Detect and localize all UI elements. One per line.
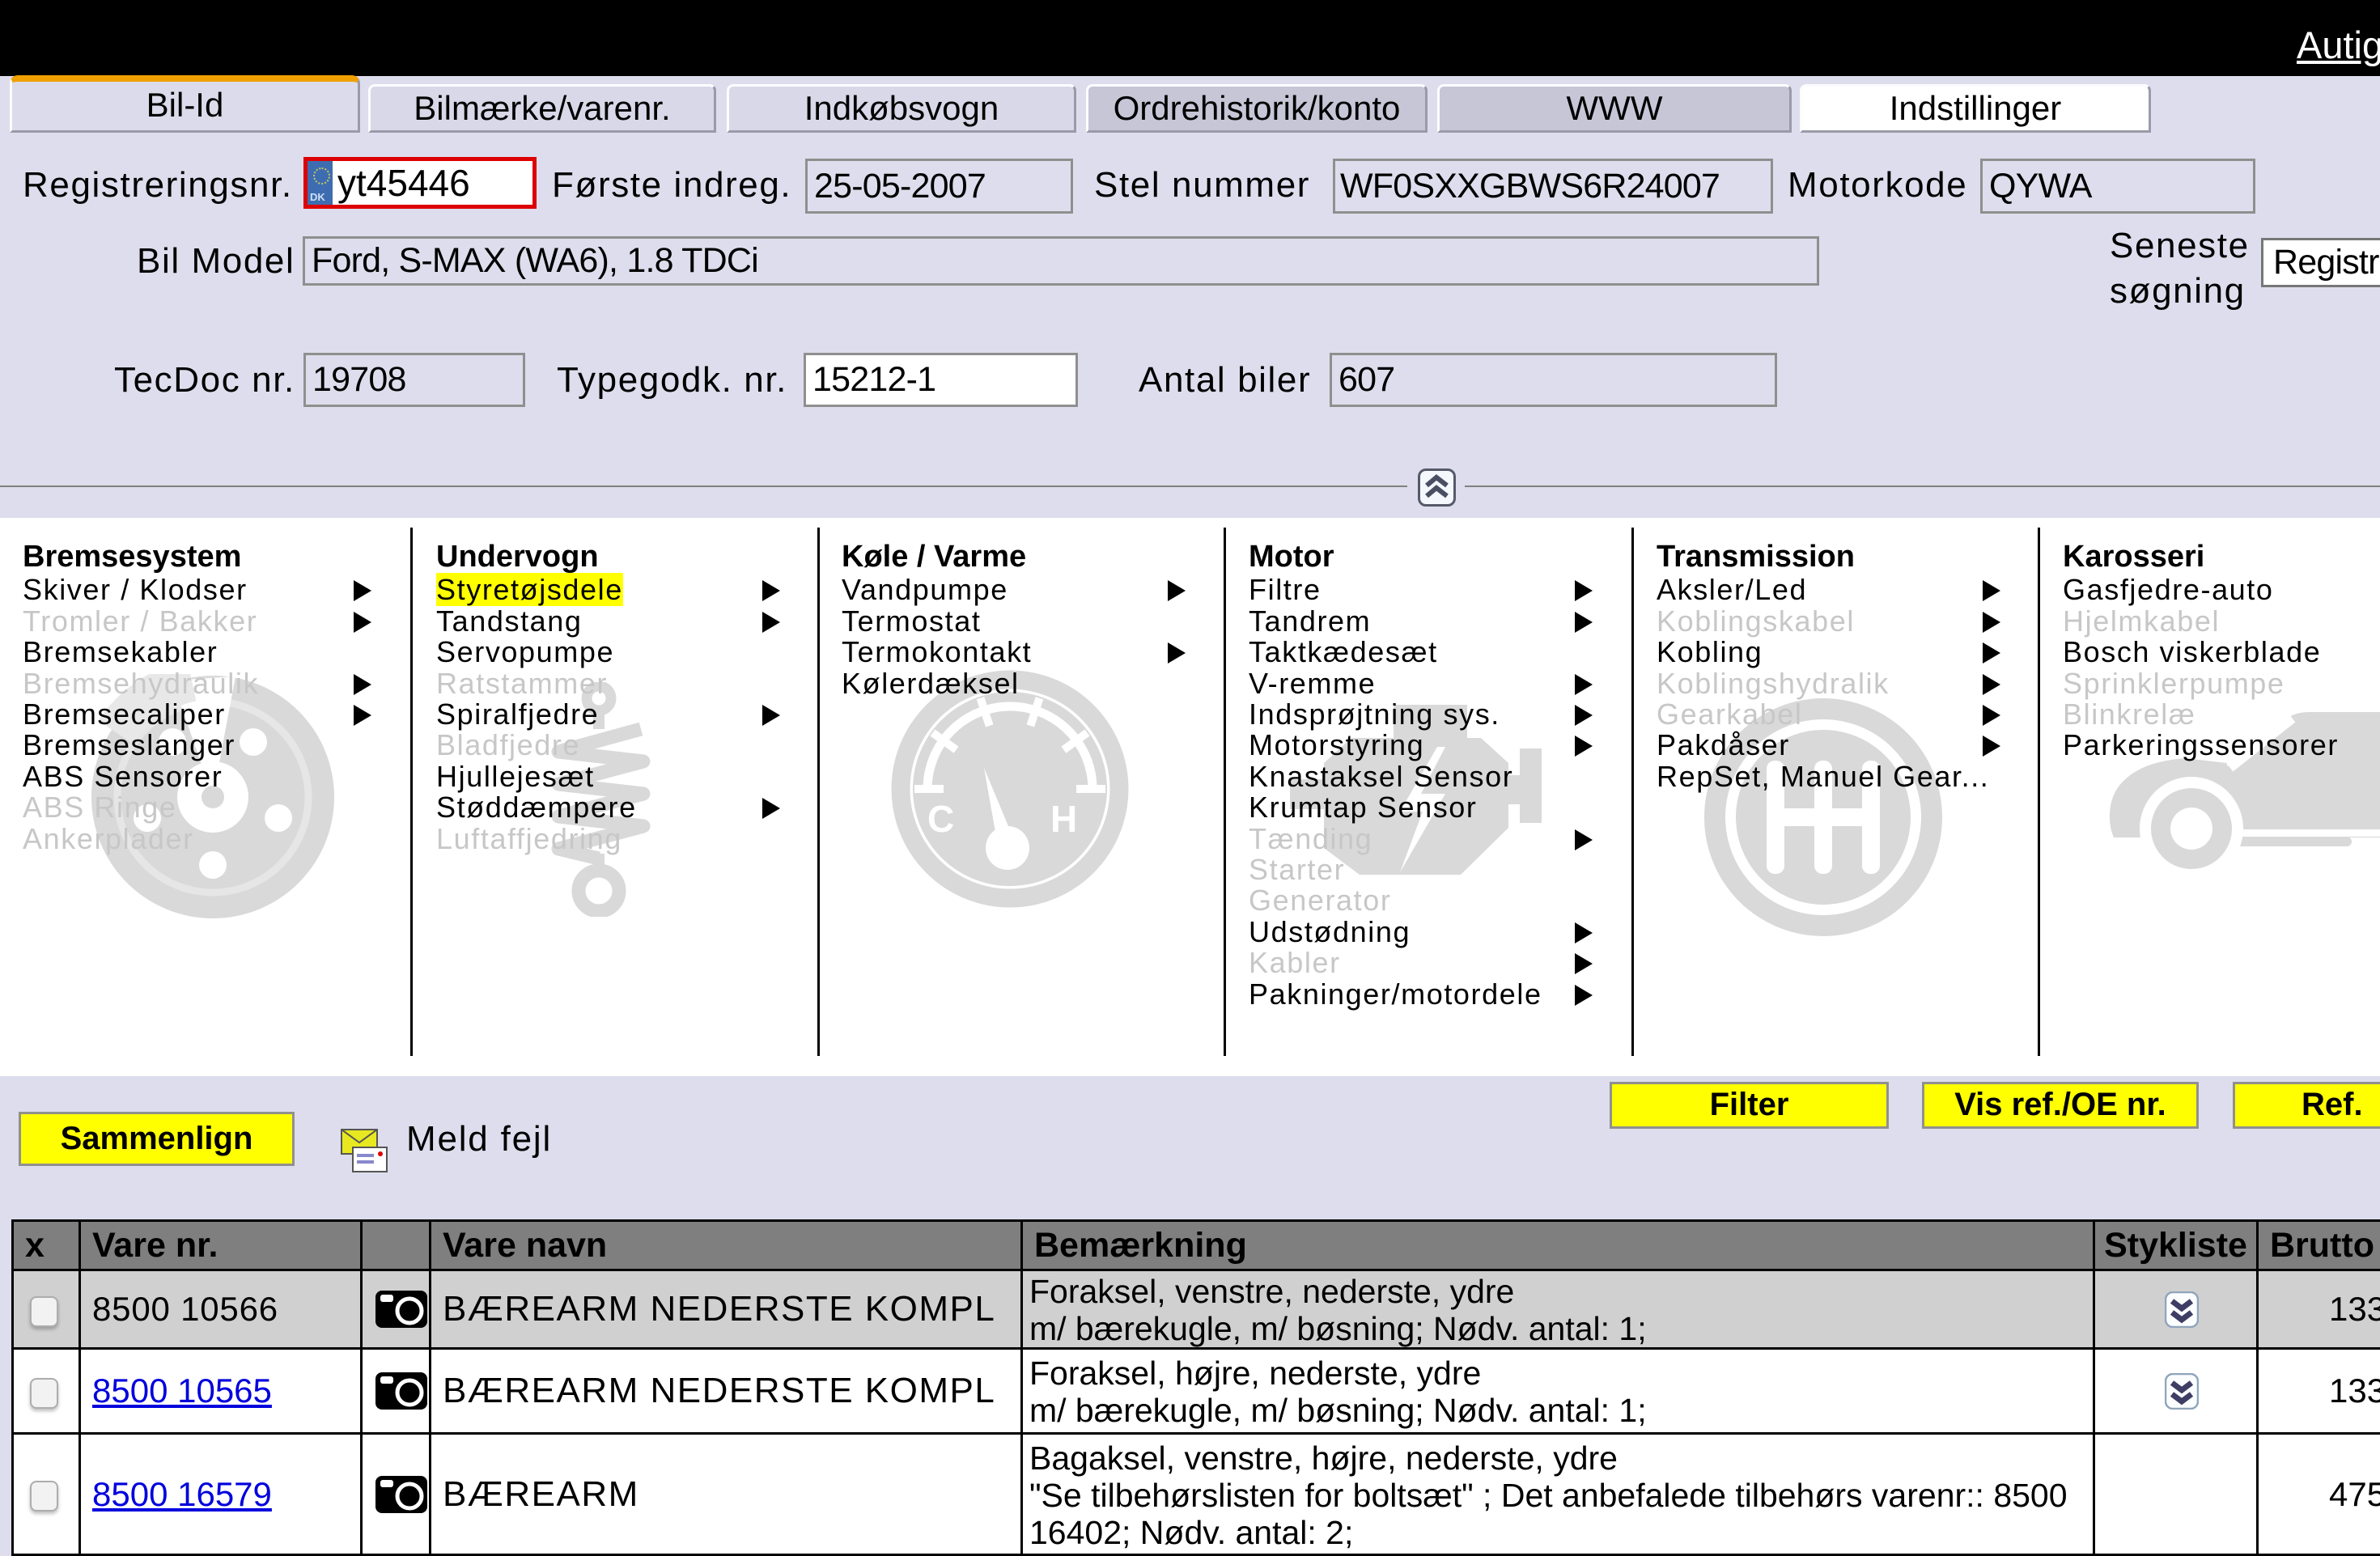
svg-text:C: C — [927, 798, 954, 840]
svg-text:H: H — [1050, 798, 1077, 840]
